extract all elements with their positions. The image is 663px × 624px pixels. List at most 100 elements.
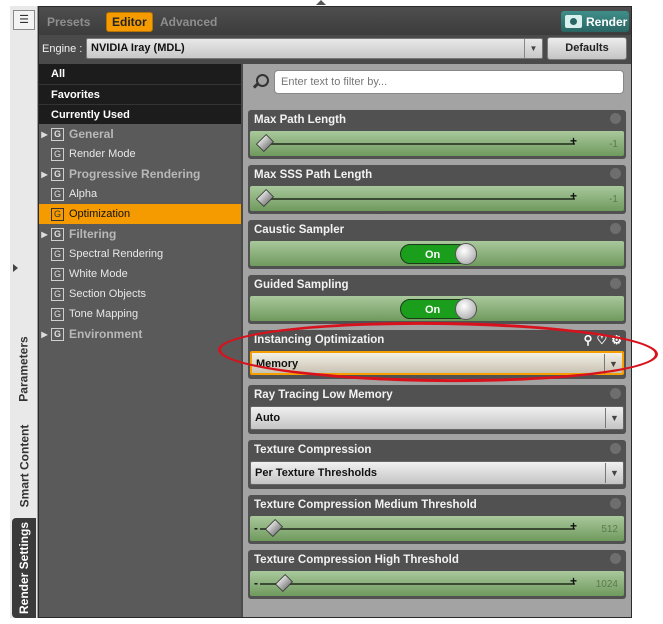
expand-arrow-icon[interactable]: ▶ bbox=[39, 130, 50, 139]
gear-icon[interactable] bbox=[610, 498, 621, 509]
tree-item-label: Tone Mapping bbox=[69, 308, 139, 320]
slider-handle[interactable] bbox=[255, 188, 275, 208]
toggle-switch[interactable]: On bbox=[400, 298, 477, 320]
tree-filter-all[interactable]: All bbox=[39, 64, 241, 84]
gear-icon[interactable] bbox=[610, 223, 621, 234]
toggle-switch[interactable]: On bbox=[400, 243, 477, 265]
filter-input[interactable] bbox=[274, 70, 624, 94]
group-icon: G bbox=[51, 327, 64, 341]
pane-options-icon[interactable]: ☰ bbox=[13, 10, 35, 30]
group-icon: G bbox=[51, 187, 64, 201]
dropdown-value: Auto bbox=[255, 412, 281, 424]
slider-value[interactable]: -1 bbox=[609, 139, 618, 150]
tab-editor[interactable]: Editor bbox=[106, 12, 153, 32]
tree-item-label: Optimization bbox=[69, 208, 131, 220]
decrement-icon[interactable]: - bbox=[254, 576, 258, 590]
decrement-icon[interactable]: - bbox=[254, 521, 258, 535]
property-instancing-optimization: Instancing Optimization ⚲ ♡ ⚙ Memory ▼ bbox=[248, 330, 626, 379]
slider-value[interactable]: 512 bbox=[601, 524, 618, 535]
property-dropdown[interactable]: Auto ▼ bbox=[250, 406, 624, 430]
increment-icon[interactable]: + bbox=[570, 189, 577, 203]
render-button-label: Render bbox=[586, 14, 628, 29]
gear-icon[interactable] bbox=[610, 388, 621, 399]
property-slider[interactable]: - +512 bbox=[250, 516, 624, 541]
property-title: Texture Compression High Threshold bbox=[254, 554, 459, 566]
gear-icon[interactable]: ⚙ bbox=[611, 333, 622, 347]
property-toggle-area: On bbox=[250, 241, 624, 266]
defaults-button[interactable]: Defaults bbox=[547, 37, 627, 60]
tree-item-general[interactable]: ▶ G General bbox=[39, 124, 241, 144]
tab-presets[interactable]: Presets bbox=[47, 15, 90, 29]
dropdown-value: Memory bbox=[256, 358, 299, 370]
expand-arrow-icon[interactable]: ▶ bbox=[39, 170, 50, 179]
render-button[interactable]: Render bbox=[561, 11, 629, 32]
tree-filter-favorites[interactable]: Favorites bbox=[39, 84, 241, 104]
gear-icon[interactable] bbox=[610, 443, 621, 454]
tab-advanced[interactable]: Advanced bbox=[160, 15, 217, 29]
tree-item-environment[interactable]: ▶ G Environment bbox=[39, 324, 241, 344]
expand-arrow-icon[interactable]: ▶ bbox=[39, 230, 50, 239]
tree-item-progressive-rendering[interactable]: ▶ G Progressive Rendering bbox=[39, 164, 241, 184]
filter-bar bbox=[248, 70, 630, 94]
toggle-knob[interactable] bbox=[455, 243, 477, 265]
gear-icon[interactable] bbox=[610, 168, 621, 179]
property-title: Guided Sampling bbox=[254, 279, 349, 291]
gear-icon[interactable] bbox=[610, 113, 621, 124]
property-dropdown[interactable]: Per Texture Thresholds ▼ bbox=[250, 461, 624, 485]
group-icon: G bbox=[51, 307, 64, 321]
property-texture-compression-medium-threshold: Texture Compression Medium Threshold - +51… bbox=[248, 495, 626, 544]
property-toggle-area: On bbox=[250, 296, 624, 321]
property-texture-compression-high-threshold: Texture Compression High Threshold - +1024 bbox=[248, 550, 626, 599]
engine-bar: Engine : NVIDIA Iray (MDL) ▼ Defaults bbox=[39, 35, 631, 63]
tree-item-spectral-rendering[interactable]: G Spectral Rendering bbox=[39, 244, 241, 264]
tree-item-tone-mapping[interactable]: G Tone Mapping bbox=[39, 304, 241, 324]
property-list: Max Path Length+-1Max SSS Path Length+-1… bbox=[243, 64, 631, 617]
property-dropdown[interactable]: Memory ▼ bbox=[250, 351, 624, 375]
tab-render-settings[interactable]: Render Settings bbox=[12, 518, 36, 618]
property-slider[interactable]: - +1024 bbox=[250, 571, 624, 596]
tree-filter-currently-used[interactable]: Currently Used bbox=[39, 104, 241, 124]
tree-item-white-mode[interactable]: G White Mode bbox=[39, 264, 241, 284]
camera-icon bbox=[565, 15, 582, 28]
search-icon[interactable] bbox=[250, 73, 270, 91]
panel-top-bar: Presets Editor Advanced Render bbox=[39, 7, 631, 35]
tree-item-label: Filtering bbox=[69, 227, 117, 241]
group-icon: G bbox=[51, 167, 64, 181]
property-slider[interactable]: + -1 bbox=[250, 131, 624, 156]
tree-item-section-objects[interactable]: G Section Objects bbox=[39, 284, 241, 304]
slider-handle[interactable] bbox=[255, 133, 275, 153]
expand-arrow-icon[interactable]: ▶ bbox=[39, 330, 50, 339]
group-icon: G bbox=[51, 267, 64, 281]
chevron-down-icon: ▼ bbox=[605, 408, 623, 428]
engine-value: NVIDIA Iray (MDL) bbox=[91, 42, 185, 54]
heart-icon[interactable]: ♡ bbox=[596, 333, 607, 347]
tree-item-filtering[interactable]: ▶ G Filtering bbox=[39, 224, 241, 244]
tree-item-optimization[interactable]: G Optimization bbox=[39, 204, 241, 224]
property-title: Texture Compression bbox=[254, 444, 372, 456]
link-icon[interactable]: ⚲ bbox=[584, 333, 593, 347]
increment-icon[interactable]: + bbox=[570, 134, 577, 148]
increment-icon[interactable]: + bbox=[570, 574, 577, 588]
property-ray-tracing-low-memory: Ray Tracing Low Memory Auto ▼ bbox=[248, 385, 626, 434]
increment-icon[interactable]: + bbox=[570, 519, 577, 533]
slider-handle[interactable] bbox=[265, 518, 284, 538]
tree-item-label: White Mode bbox=[69, 268, 128, 280]
tree-item-alpha[interactable]: G Alpha bbox=[39, 184, 241, 204]
chevron-down-icon: ▼ bbox=[605, 463, 623, 483]
tab-parameters[interactable]: Parameters bbox=[12, 324, 36, 414]
collapse-arrow-icon[interactable] bbox=[13, 264, 18, 272]
gear-icon[interactable] bbox=[610, 553, 621, 564]
property-max-sss-path-length: Max SSS Path Length + -1 bbox=[248, 165, 626, 214]
property-title: Caustic Sampler bbox=[254, 224, 345, 236]
gear-icon[interactable] bbox=[610, 278, 621, 289]
toggle-knob[interactable] bbox=[455, 298, 477, 320]
slider-track bbox=[260, 583, 575, 585]
tab-smart-content[interactable]: Smart Content bbox=[12, 418, 36, 514]
property-slider[interactable]: + -1 bbox=[250, 186, 624, 211]
engine-select[interactable]: NVIDIA Iray (MDL) ▼ bbox=[86, 38, 543, 59]
property-title: Texture Compression Medium Threshold bbox=[254, 499, 477, 511]
tree-item-render-mode[interactable]: G Render Mode bbox=[39, 144, 241, 164]
slider-handle[interactable] bbox=[274, 573, 293, 593]
slider-value[interactable]: -1 bbox=[609, 194, 618, 205]
slider-value[interactable]: 1024 bbox=[596, 579, 618, 590]
